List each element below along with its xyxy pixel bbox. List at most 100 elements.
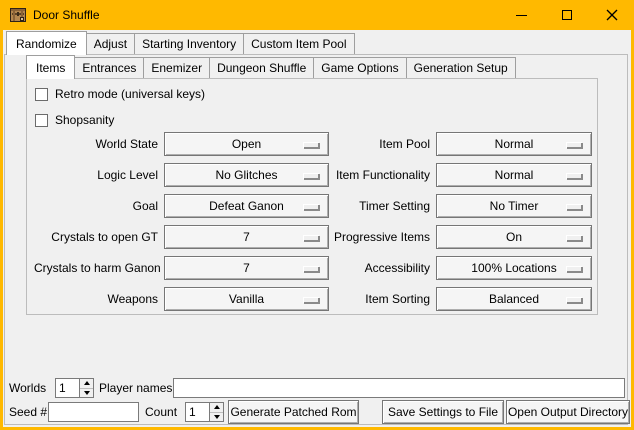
dropdown-indicator: [566, 204, 582, 210]
close-button[interactable]: [589, 0, 634, 30]
seed-label: Seed #: [9, 402, 47, 422]
timer-setting-value: No Timer: [490, 199, 539, 213]
retro-mode-label: Retro mode (universal keys): [55, 87, 205, 101]
tab-entrances[interactable]: Entrances: [74, 57, 144, 78]
item-pool-dropdown[interactable]: Normal: [436, 132, 592, 156]
shopsanity-checkbox[interactable]: Shopsanity: [35, 111, 114, 129]
count-value: 1: [186, 403, 209, 421]
tab-starting-inventory[interactable]: Starting Inventory: [134, 33, 244, 54]
count-label: Count: [145, 402, 177, 422]
item-functionality-value: Normal: [495, 168, 534, 182]
tab-items[interactable]: Items: [26, 55, 75, 79]
maximize-button[interactable]: [544, 0, 589, 30]
weapons-label: Weapons: [34, 287, 161, 311]
maximize-icon: [562, 10, 572, 20]
close-icon: [606, 9, 618, 21]
dropdown-indicator: [566, 297, 582, 303]
shopsanity-label: Shopsanity: [55, 113, 114, 127]
crystals-harm-ganon-value: 7: [243, 261, 250, 275]
item-pool-value: Normal: [495, 137, 534, 151]
worlds-spin-arrows: [79, 379, 93, 397]
checkbox-icon: [35, 114, 48, 127]
tab-enemizer[interactable]: Enemizer: [143, 57, 210, 78]
goal-value: Defeat Ganon: [209, 199, 284, 213]
settings-row-6: Weapons Vanilla Item Sorting Balanced: [34, 287, 592, 311]
accessibility-dropdown[interactable]: 100% Locations: [436, 256, 592, 280]
world-state-dropdown[interactable]: Open: [164, 132, 329, 156]
item-sorting-label: Item Sorting: [329, 287, 433, 311]
dropdown-indicator: [303, 173, 319, 179]
goal-label: Goal: [34, 194, 161, 218]
item-sorting-dropdown[interactable]: Balanced: [436, 287, 592, 311]
window-title: Door Shuffle: [33, 8, 100, 22]
count-spinbox[interactable]: 1: [185, 402, 224, 422]
tab-randomize[interactable]: Randomize: [6, 31, 87, 55]
timer-setting-dropdown[interactable]: No Timer: [436, 194, 592, 218]
down-arrow-icon[interactable]: [210, 413, 223, 422]
crystals-harm-ganon-dropdown[interactable]: 7: [164, 256, 329, 280]
main-tab-bar: Randomize Adjust Starting Inventory Cust…: [6, 32, 355, 54]
retro-mode-checkbox[interactable]: Retro mode (universal keys): [35, 85, 205, 103]
progressive-items-label: Progressive Items: [329, 225, 433, 249]
crystals-open-gt-dropdown[interactable]: 7: [164, 225, 329, 249]
tab-generation-setup[interactable]: Generation Setup: [406, 57, 516, 78]
item-pool-label: Item Pool: [329, 132, 433, 156]
settings-row-2: Logic Level No Glitches Item Functionali…: [34, 163, 592, 187]
dropdown-indicator: [303, 204, 319, 210]
up-arrow-icon[interactable]: [80, 379, 93, 389]
tab-adjust[interactable]: Adjust: [86, 33, 135, 54]
tab-game-options[interactable]: Game Options: [313, 57, 406, 78]
crystals-open-gt-label: Crystals to open GT: [34, 225, 161, 249]
tab-custom-item-pool[interactable]: Custom Item Pool: [243, 33, 354, 54]
dropdown-indicator: [303, 235, 319, 241]
down-arrow-icon[interactable]: [80, 389, 93, 398]
worlds-value: 1: [56, 379, 79, 397]
world-state-value: Open: [232, 137, 261, 151]
worlds-label: Worlds: [9, 378, 46, 398]
count-spin-arrows: [209, 403, 223, 421]
progressive-items-dropdown[interactable]: On: [436, 225, 592, 249]
dropdown-indicator: [566, 173, 582, 179]
dropdown-indicator: [303, 297, 319, 303]
world-state-label: World State: [34, 132, 161, 156]
dropdown-indicator: [303, 266, 319, 272]
logic-level-value: No Glitches: [215, 168, 277, 182]
crystals-open-gt-value: 7: [243, 230, 250, 244]
dropdown-indicator: [566, 266, 582, 272]
dropdown-indicator: [303, 142, 319, 148]
item-functionality-label: Item Functionality: [329, 163, 433, 187]
logic-level-label: Logic Level: [34, 163, 161, 187]
minimize-icon: [516, 15, 527, 16]
up-arrow-icon[interactable]: [210, 403, 223, 413]
item-sorting-value: Balanced: [489, 292, 539, 306]
settings-row-4: Crystals to open GT 7 Progressive Items …: [34, 225, 592, 249]
settings-row-5: Crystals to harm Ganon 7 Accessibility 1…: [34, 256, 592, 280]
window-door-shuffle: Door Shuffle Randomize Adjust Starting I…: [0, 0, 634, 430]
player-names-input[interactable]: [173, 378, 625, 398]
open-output-directory-button[interactable]: Open Output Directory: [506, 400, 630, 424]
dropdown-indicator: [566, 142, 582, 148]
progressive-items-value: On: [506, 230, 522, 244]
save-settings-button[interactable]: Save Settings to File: [382, 400, 504, 424]
client-area: Randomize Adjust Starting Inventory Cust…: [3, 30, 631, 427]
logic-level-dropdown[interactable]: No Glitches: [164, 163, 329, 187]
sub-tab-bar: Items Entrances Enemizer Dungeon Shuffle…: [26, 57, 516, 78]
accessibility-label: Accessibility: [329, 256, 433, 280]
player-names-label: Player names: [99, 378, 172, 398]
settings-row-3: Goal Defeat Ganon Timer Setting No Timer: [34, 194, 592, 218]
minimize-button[interactable]: [499, 0, 544, 30]
goal-dropdown[interactable]: Defeat Ganon: [164, 194, 329, 218]
chest-icon: [10, 7, 26, 23]
seed-input[interactable]: [48, 402, 139, 422]
weapons-dropdown[interactable]: Vanilla: [164, 287, 329, 311]
weapons-value: Vanilla: [229, 292, 264, 306]
checkbox-icon: [35, 88, 48, 101]
crystals-harm-ganon-label: Crystals to harm Ganon: [34, 256, 161, 280]
timer-setting-label: Timer Setting: [329, 194, 433, 218]
tab-dungeon-shuffle[interactable]: Dungeon Shuffle: [209, 57, 314, 78]
generate-patched-rom-button[interactable]: Generate Patched Rom: [228, 400, 359, 424]
item-functionality-dropdown[interactable]: Normal: [436, 163, 592, 187]
accessibility-value: 100% Locations: [471, 261, 556, 275]
settings-row-1: World State Open Item Pool Normal: [34, 132, 592, 156]
worlds-spinbox[interactable]: 1: [55, 378, 94, 398]
